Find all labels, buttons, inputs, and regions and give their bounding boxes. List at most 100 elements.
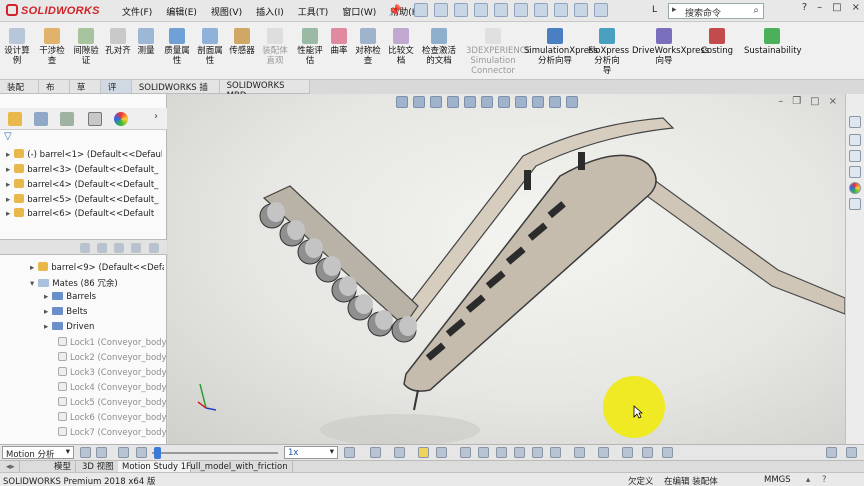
close-icon[interactable]: × <box>852 2 860 13</box>
contact-icon[interactable] <box>532 447 543 458</box>
feature-manager-icon[interactable] <box>8 112 22 126</box>
timeline-zoom-out-icon[interactable] <box>846 447 857 458</box>
dimxpert-icon[interactable] <box>88 112 102 126</box>
tab-evaluate[interactable]: 评估 <box>100 80 132 105</box>
ribbon-button-assembly-visual[interactable]: 装配体 直观 <box>258 28 292 66</box>
tree-item-lock3[interactable]: Lock3 (Conveyor_body <box>58 367 166 378</box>
view-palette-icon[interactable] <box>849 166 861 178</box>
ribbon-button-curvature[interactable]: 曲率 <box>328 28 350 56</box>
ribbon-button-floxpress[interactable]: FloXpress 分析向 导 <box>588 28 629 76</box>
unit-system[interactable]: MMGS <box>764 475 791 485</box>
ribbon-button-mass-props[interactable]: 质量属 性 <box>160 28 194 66</box>
ribbon-button-sustainability[interactable]: Sustainability <box>744 28 802 56</box>
force-icon[interactable] <box>514 447 525 458</box>
options-gear-icon[interactable] <box>594 3 608 17</box>
appearances-icon[interactable] <box>849 182 861 194</box>
filter-toggle-icon[interactable] <box>80 243 90 253</box>
autokey-icon[interactable] <box>418 447 429 458</box>
rebuild-icon[interactable] <box>554 3 568 17</box>
pane-splitter-toolbar[interactable] <box>0 239 167 255</box>
tree-item-lock6[interactable]: Lock6 (Conveyor_body <box>58 412 166 423</box>
filter-funnel-icon[interactable] <box>131 243 141 253</box>
search-scope[interactable]: L <box>652 5 657 15</box>
add-key-icon[interactable] <box>436 447 447 458</box>
playback-mode-icon[interactable] <box>344 447 355 458</box>
tree-item-barrel-5[interactable]: ▸ barrel<5> (Default<<Default_ <box>6 194 162 205</box>
playback-slider-knob[interactable] <box>154 447 161 459</box>
menu-edit[interactable]: 编辑(E) <box>166 5 197 18</box>
open-icon[interactable] <box>454 3 468 17</box>
tab-assembly[interactable]: 装配体 <box>0 80 39 105</box>
menu-insert[interactable]: 插入(I) <box>256 5 284 18</box>
solidworks-resources-icon[interactable] <box>849 116 861 128</box>
help-icon[interactable]: ? <box>802 2 807 13</box>
tree-item-barrel-6[interactable]: ▸ barrel<6> (Default<<Default_ <box>6 208 162 217</box>
ribbon-button-sensor[interactable]: 传感器 <box>226 28 258 56</box>
tree-item-barrel-9[interactable]: ▸barrel<9> (Default<<Default <box>30 262 164 273</box>
tree-item-mates[interactable]: ▾ Mates (86 冗余) <box>30 277 186 289</box>
tree-item-lock7[interactable]: Lock7 (Conveyor_body <box>58 427 166 438</box>
search-commands-input[interactable]: ▸ 搜索命令 ⌕ <box>668 3 764 19</box>
collapse-timeline-icon[interactable] <box>662 447 673 458</box>
file-explorer-icon[interactable] <box>849 150 861 162</box>
undo-icon[interactable] <box>514 3 528 17</box>
home-icon[interactable] <box>414 3 428 17</box>
file-properties-icon[interactable] <box>574 3 588 17</box>
tree-item-barrel-3[interactable]: ▸ barrel<3> (Default<<Default_ <box>6 164 162 175</box>
chevron-right-icon[interactable]: › <box>154 111 158 122</box>
play-from-start-icon[interactable] <box>118 447 129 458</box>
ribbon-button-compare[interactable]: 比较文 档 <box>386 28 416 66</box>
menu-view[interactable]: 视图(V) <box>211 5 242 18</box>
ribbon-button-measure[interactable]: 测量 <box>134 28 158 56</box>
damper-icon[interactable] <box>496 447 507 458</box>
menu-window[interactable]: 窗口(W) <box>342 5 376 18</box>
new-document-icon[interactable] <box>434 3 448 17</box>
tree-item-barrel-1[interactable]: ▸ (-) barrel<1> (Default<<Default <box>6 149 162 160</box>
tree-item-lock1[interactable]: Lock1 (Conveyor_body <box>58 337 166 348</box>
tab-layout[interactable]: 布局 <box>39 80 70 105</box>
ribbon-button-driveworks[interactable]: DriveWorksXpress 向导 <box>632 28 709 66</box>
motion-properties-icon[interactable] <box>598 447 609 458</box>
tab-addins[interactable]: SOLIDWORKS 插件 <box>132 80 220 105</box>
menu-file[interactable]: 文件(F) <box>122 5 152 18</box>
ribbon-button-hole-align[interactable]: 孔对齐 <box>104 28 132 56</box>
tree-item-lock2[interactable]: Lock2 (Conveyor_body <box>58 352 166 363</box>
display-manager-icon[interactable] <box>114 112 128 126</box>
ribbon-button-clearance[interactable]: 间隙验 证 <box>70 28 102 66</box>
minimize-icon[interactable]: – <box>817 2 822 13</box>
ribbon-button-performance[interactable]: 性能评 估 <box>294 28 326 66</box>
ribbon-button-section-props[interactable]: 剖面属 性 <box>194 28 226 66</box>
motor-icon[interactable] <box>460 447 471 458</box>
maximize-icon[interactable]: □ <box>832 2 841 13</box>
animation-wizard-icon[interactable] <box>394 447 405 458</box>
gravity-icon[interactable] <box>550 447 561 458</box>
spring-icon[interactable] <box>478 447 489 458</box>
filter-icon[interactable]: ▽ <box>4 131 12 142</box>
ribbon-button-design-study[interactable]: 设计算 例 <box>2 28 32 66</box>
ribbon-button-check-doc[interactable]: 检查激活 的文档 <box>418 28 460 66</box>
configuration-manager-icon[interactable] <box>60 112 74 126</box>
solidworks-logo[interactable]: SOLIDWORKS <box>6 4 100 17</box>
tree-item-barrel-4[interactable]: ▸ barrel<4> (Default<<Default_ <box>6 179 162 190</box>
study-type-select[interactable]: Motion 分析 ▾ <box>2 446 74 460</box>
save-icon[interactable] <box>474 3 488 17</box>
tree-item-lock5[interactable]: Lock5 (Conveyor_body <box>58 397 166 408</box>
graphics-viewport[interactable]: – ❐ □ × <box>168 94 845 444</box>
ribbon-button-symmetry[interactable]: 对称检 查 <box>352 28 384 66</box>
expand-timeline-icon[interactable] <box>642 447 653 458</box>
calculate-icon[interactable] <box>80 447 91 458</box>
custom-properties-icon[interactable] <box>849 198 861 210</box>
print-icon[interactable] <box>494 3 508 17</box>
playback-speed-select[interactable]: 1x ▾ <box>284 446 338 459</box>
simulation-setup-icon[interactable] <box>622 447 633 458</box>
results-plots-icon[interactable] <box>574 447 585 458</box>
ribbon-button-costing[interactable]: Costing <box>700 28 734 56</box>
ribbon-button-3dx[interactable]: 3DEXPERIENCE Simulation Connector <box>466 28 531 76</box>
timeline-zoom-in-icon[interactable] <box>826 447 837 458</box>
tab-mbd[interactable]: SOLIDWORKS MBD <box>220 80 310 101</box>
menu-tools[interactable]: 工具(T) <box>298 5 329 18</box>
unit-dropdown-icon[interactable]: ▴ <box>806 475 810 485</box>
show-components-icon[interactable] <box>97 243 107 253</box>
property-manager-icon[interactable] <box>34 112 48 126</box>
save-animation-icon[interactable] <box>370 447 381 458</box>
